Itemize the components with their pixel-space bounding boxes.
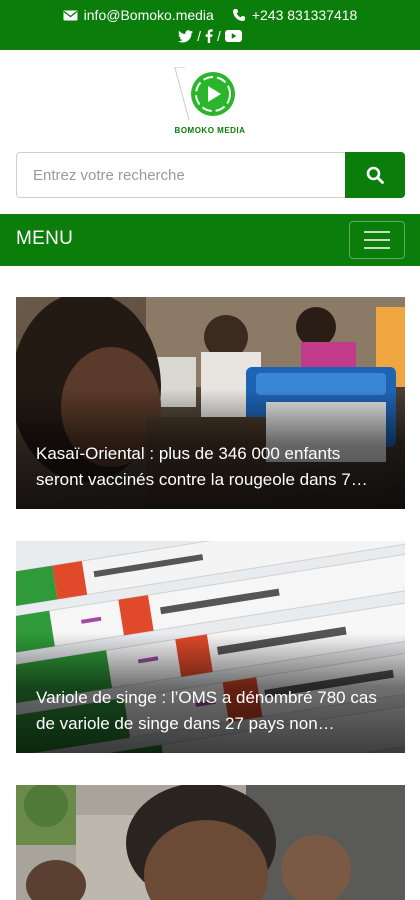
menu-bar: MENU — [0, 214, 420, 266]
menu-toggle-button[interactable] — [349, 221, 405, 259]
article-card[interactable] — [16, 785, 405, 900]
separator: / — [197, 28, 201, 44]
search-input[interactable] — [16, 152, 345, 198]
separator: / — [217, 28, 221, 44]
brand-logo[interactable]: BOMOKO MEDIA — [0, 62, 420, 142]
phone-text: +243 831337418 — [251, 7, 358, 23]
logo-text: BOMOKO MEDIA — [174, 126, 246, 135]
contact-bar: info@Bomoko.media +243 831337418 / / — [0, 0, 420, 50]
search-icon — [366, 166, 384, 184]
social-row: / / — [0, 28, 420, 44]
article-title[interactable]: Kasaï-Oriental : plus de 346 000 enfants… — [36, 441, 387, 493]
hamburger-line — [364, 247, 390, 249]
article-card[interactable]: Kasaï-Oriental : plus de 346 000 enfants… — [16, 297, 405, 509]
hamburger-line — [364, 239, 390, 241]
twitter-icon[interactable] — [178, 29, 194, 43]
email-link[interactable]: info@Bomoko.media — [63, 7, 214, 23]
search-form — [16, 152, 405, 198]
email-text: info@Bomoko.media — [83, 7, 214, 23]
phone-icon — [232, 8, 246, 22]
search-button[interactable] — [345, 152, 405, 198]
article-image — [16, 785, 405, 900]
phone-link[interactable]: +243 831337418 — [232, 7, 358, 23]
article-card[interactable]: Variole de singe : l’OMS a dénombré 780 … — [16, 541, 405, 753]
article-title[interactable]: Variole de singe : l’OMS a dénombré 780 … — [36, 685, 387, 737]
logo-mark — [172, 66, 235, 121]
menu-label[interactable]: MENU — [16, 228, 73, 250]
mail-icon — [63, 10, 78, 21]
youtube-icon[interactable] — [224, 30, 242, 42]
hamburger-icon — [364, 231, 390, 233]
contact-row: info@Bomoko.media +243 831337418 — [0, 7, 420, 23]
facebook-icon[interactable] — [205, 29, 213, 43]
